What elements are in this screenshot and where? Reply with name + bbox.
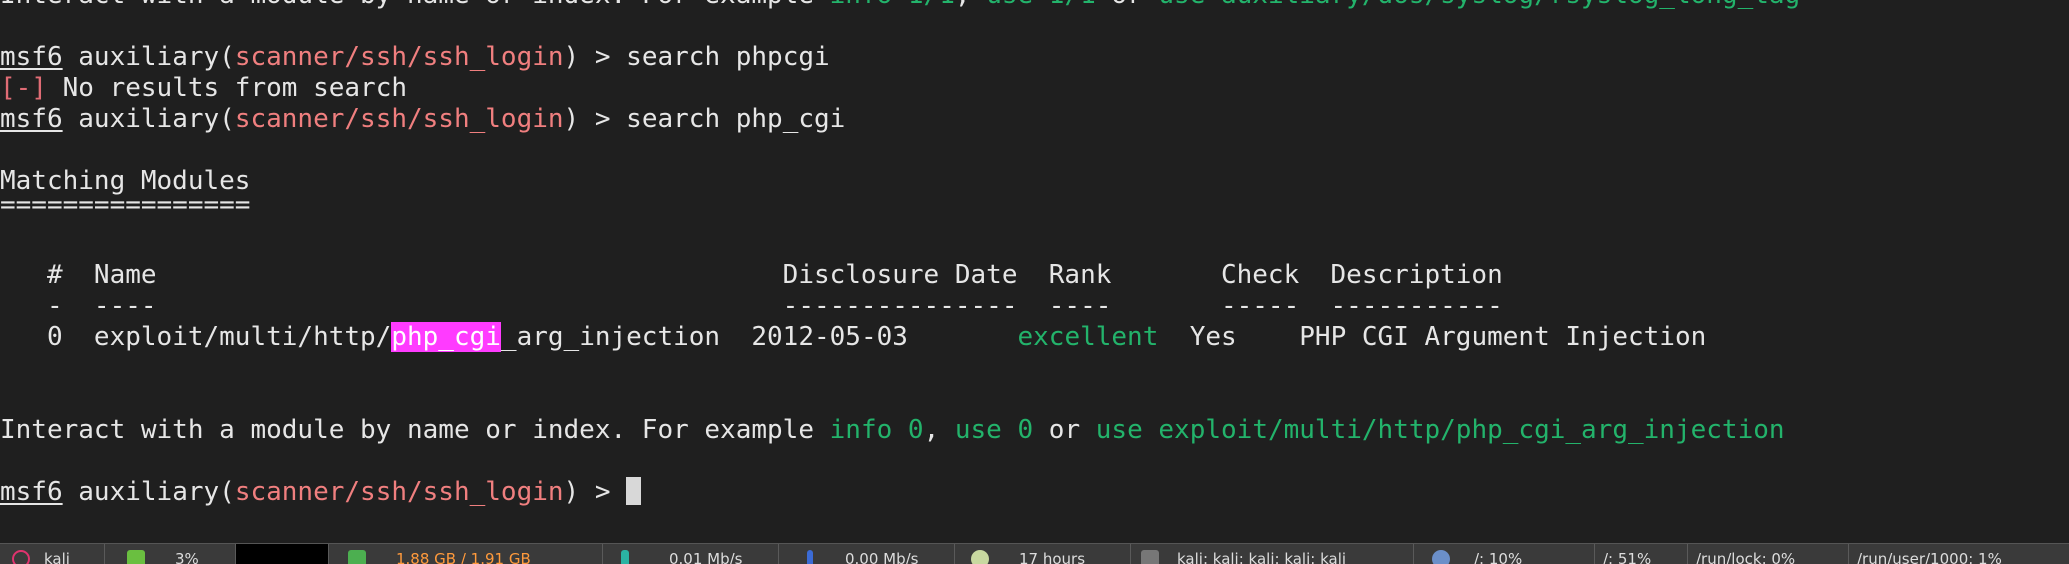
disk-icon [1432,550,1450,564]
table-divider: - ---- --------------- ---- ----- ------… [0,291,1503,321]
memory-icon [348,550,366,564]
prompt-line-3: msf6 auxiliary(scanner/ssh/ssh_login) > [0,477,642,508]
taskbar-item-memory[interactable]: 1.88 GB / 1.91 GB [332,544,603,564]
taskbar-cpu-graph [236,544,329,564]
taskbar-item-cpu[interactable]: 3% [105,544,236,564]
command-text: search phpcgi [626,42,830,72]
table-row: 0 exploit/multi/http/php_cgi_arg_injecti… [0,322,1707,352]
upload-arrow-icon [621,550,629,564]
download-arrow-icon [807,550,813,564]
taskbar-item-download[interactable]: 0.00 Mb/s [779,544,955,564]
clock-icon [971,550,989,564]
taskbar-item-disk-lock[interactable]: /run/lock: 0% [1688,544,1849,564]
search-highlight: php_cgi [391,322,501,352]
taskbar-item-window[interactable]: kali: kali: kali: kali: kali [1131,544,1414,564]
table-header: # Name Disclosure Date Rank Check Descri… [0,260,1503,290]
taskbar-item-upload[interactable]: 0.01 Mb/s [603,544,779,564]
error-tag: [-] [0,73,47,103]
error-line: [-] No results from search [0,73,407,103]
taskbar-item-disk-2[interactable]: /: 51% [1595,544,1688,564]
interact-hint-line-2: Interact with a module by name or index.… [0,415,1785,445]
taskbar-item-disk-root[interactable]: /: 10% [1414,544,1595,564]
taskbar-item-disk-user[interactable]: /run/user/1000: 1% [1849,544,2069,564]
taskbar-item-uptime[interactable]: 17 hours [955,544,1131,564]
heading-underline: ================ [0,190,251,220]
command-text: search php_cgi [626,104,846,134]
rank-value: excellent [1017,322,1159,352]
terminal-window-icon [1141,550,1159,564]
taskbar: kali 3% 1.88 GB / 1.91 GB 0.01 Mb/s 0.00… [0,543,2069,564]
terminal-output[interactable]: Interact with a module by name or index.… [0,0,2069,545]
text-cursor [626,477,642,505]
kali-dragon-icon [12,550,30,564]
taskbar-item-user[interactable]: kali [0,544,105,564]
prompt-line-1: msf6 auxiliary(scanner/ssh/ssh_login) > … [0,42,830,72]
interact-hint-line-1: Interact with a module by name or index.… [0,0,1800,11]
cpu-icon [127,550,145,564]
prompt-line-2: msf6 auxiliary(scanner/ssh/ssh_login) > … [0,104,846,134]
